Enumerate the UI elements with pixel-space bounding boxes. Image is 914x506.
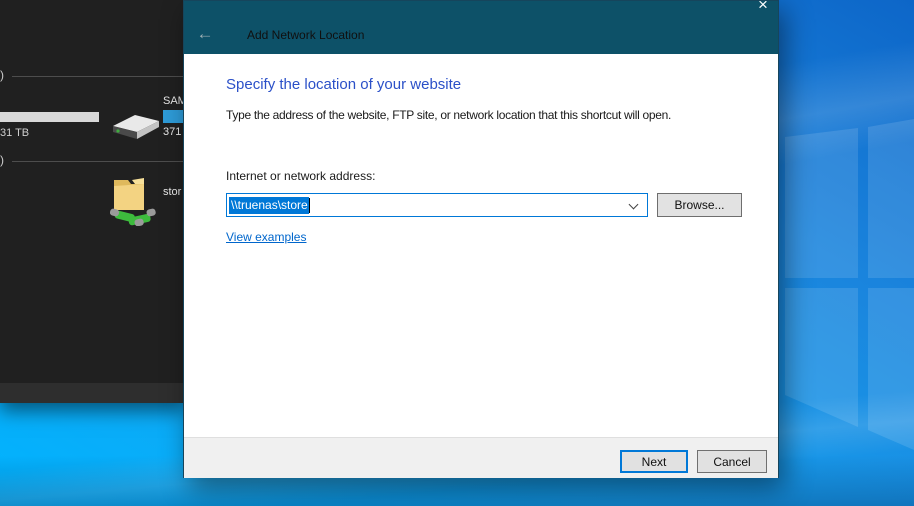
drive-free-text: 371 [163, 126, 181, 138]
dialog-footer: Next Cancel [184, 437, 778, 478]
cancel-button[interactable]: Cancel [697, 450, 767, 473]
view-examples-link[interactable]: View examples [226, 230, 306, 244]
address-label: Internet or network address: [226, 169, 375, 183]
dialog-title: Add Network Location [247, 28, 364, 42]
explorer-status-bar [0, 383, 186, 403]
devices-group-header: ) [0, 68, 4, 82]
dialog-titlebar: ← Add Network Location × [184, 1, 778, 54]
selected-text: \\truenas\store [229, 197, 309, 214]
network-location-name[interactable]: stor [163, 186, 181, 198]
browse-button[interactable]: Browse... [657, 193, 742, 217]
next-button[interactable]: Next [620, 450, 688, 473]
screen: ) 31 TB SAM 371 ) [0, 0, 914, 506]
chevron-down-icon[interactable] [630, 201, 638, 209]
page-heading: Specify the location of your website [226, 76, 461, 93]
network-group-header: ) [0, 153, 4, 167]
drive-capacity-bar [0, 112, 99, 122]
page-description: Type the address of the website, FTP sit… [226, 108, 671, 122]
address-value[interactable]: \\truenas\store [229, 196, 310, 214]
drive-capacity-text: 31 TB [0, 127, 29, 139]
text-caret [309, 198, 310, 213]
network-folder-icon[interactable] [110, 174, 156, 231]
file-explorer-window[interactable]: ) 31 TB SAM 371 ) [0, 0, 186, 403]
group-divider [12, 161, 186, 162]
back-icon[interactable]: ← [194, 25, 216, 43]
hard-drive-icon[interactable] [111, 110, 161, 149]
close-icon[interactable]: × [752, 1, 774, 15]
group-divider [12, 76, 186, 77]
add-network-location-dialog: ← Add Network Location × Specify the loc… [183, 0, 779, 478]
address-combobox[interactable]: \\truenas\store [226, 193, 648, 217]
